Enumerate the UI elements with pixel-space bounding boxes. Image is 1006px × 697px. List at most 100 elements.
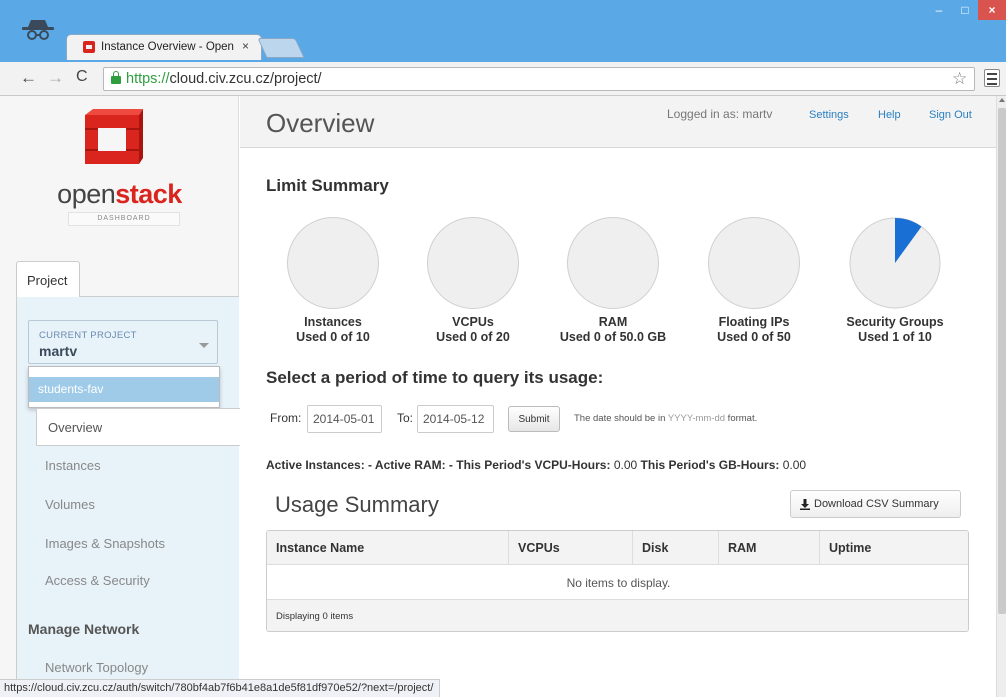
scroll-up-arrow-icon[interactable] — [999, 98, 1005, 102]
url-scheme: https:// — [126, 71, 170, 87]
limit-usage: Used 0 of 50 — [717, 330, 791, 344]
help-link[interactable]: Help — [878, 109, 901, 121]
column-header-uptime[interactable]: Uptime — [819, 531, 968, 565]
back-arrow-icon[interactable]: ← — [20, 68, 37, 88]
tab-close-icon[interactable]: × — [242, 39, 249, 53]
limit-summary-heading: Limit Summary — [266, 176, 389, 195]
url-text[interactable]: https://cloud.civ.zcu.cz/project/ — [126, 71, 322, 87]
bookmark-star-icon[interactable]: ☆ — [952, 69, 967, 89]
table-header: Instance Name VCPUs Disk RAM Uptime — [267, 531, 968, 565]
window-maximize-button[interactable]: □ — [952, 0, 978, 20]
reload-icon[interactable]: C — [76, 68, 88, 86]
download-csv-label: Download CSV Summary — [814, 498, 939, 510]
sidebar-item-access-security[interactable]: Access & Security — [45, 573, 150, 588]
column-header-ram[interactable]: RAM — [718, 531, 819, 565]
limit-name: Instances — [304, 315, 362, 329]
limit-usage: Used 0 of 20 — [436, 330, 510, 344]
column-header-vcpus[interactable]: VCPUs — [508, 531, 632, 565]
settings-link[interactable]: Settings — [809, 109, 849, 121]
from-date-input[interactable] — [307, 405, 382, 433]
gb-hours-value: 0.00 — [782, 458, 807, 472]
usage-summary-heading: Usage Summary — [275, 492, 439, 517]
status-bar-url: https://cloud.civ.zcu.cz/auth/switch/780… — [0, 679, 441, 697]
sidebar-item-network-topology[interactable]: Network Topology — [45, 660, 148, 675]
table-footer: Displaying 0 items — [267, 600, 968, 631]
column-header-disk[interactable]: Disk — [632, 531, 718, 565]
sidebar-item-images-snapshots[interactable]: Images & Snapshots — [45, 536, 165, 551]
column-header-instance-name[interactable]: Instance Name — [267, 531, 508, 565]
limit-label-floating-ips: Floating IPs Used 0 of 50 — [684, 315, 824, 345]
active-usage-summary: Active Instances: - Active RAM: - This P… — [266, 458, 806, 472]
address-bar[interactable]: https://cloud.civ.zcu.cz/project/ ☆ — [103, 67, 975, 91]
hint-format: YYYY-mm-dd — [667, 413, 726, 424]
page-header: Overview Logged in as: martv Settings He… — [240, 96, 996, 148]
download-icon — [800, 499, 810, 510]
sign-out-link[interactable]: Sign Out — [929, 109, 972, 121]
current-project-name: martv — [39, 343, 78, 359]
period-heading: Select a period of time to query its usa… — [266, 368, 604, 387]
page-scrollbar[interactable] — [996, 96, 1006, 697]
hint-prefix: The date should be in — [574, 413, 668, 424]
logged-in-user: Logged in as: martv — [667, 107, 773, 121]
sidebar-item-instances[interactable]: Instances — [45, 458, 101, 473]
lock-icon — [111, 71, 121, 84]
sidebar-tab-project[interactable]: Project — [16, 261, 80, 297]
page-viewport: openstack DASHBOARD Project CURRENT PROJ… — [0, 96, 1006, 697]
limit-label-vcpus: VCPUs Used 0 of 20 — [403, 315, 543, 345]
project-option-students-fav[interactable]: students-fav — [29, 377, 219, 402]
from-label: From: — [270, 411, 302, 425]
main-content: Overview Logged in as: martv Settings He… — [240, 96, 996, 697]
openstack-logo-text: openstack — [0, 179, 239, 210]
current-project-caption: CURRENT PROJECT — [39, 330, 137, 341]
window-close-button[interactable]: × — [978, 0, 1006, 20]
browser-menu-icon[interactable] — [984, 69, 1000, 87]
limit-usage: Used 0 of 50.0 GB — [559, 330, 667, 344]
limit-name: VCPUs — [452, 315, 494, 329]
active-summary-text: Active Instances: - Active RAM: - This P… — [266, 458, 611, 472]
limit-label-instances: Instances Used 0 of 10 — [263, 315, 403, 345]
browser-toolbar: ← → C https://cloud.civ.zcu.cz/project/ … — [0, 62, 1006, 96]
openstack-favicon-icon — [83, 41, 95, 53]
to-date-input[interactable] — [417, 405, 494, 433]
logo-text-plain: open — [57, 179, 116, 209]
limit-pie-ram — [567, 217, 659, 309]
limit-pie-instances — [287, 217, 379, 309]
project-dropdown: students-fav — [28, 366, 220, 408]
sidebar: openstack DASHBOARD Project CURRENT PROJ… — [0, 96, 246, 697]
usage-table: Instance Name VCPUs Disk RAM Uptime No i… — [266, 530, 969, 632]
sidebar-item-overview[interactable]: Overview — [36, 408, 246, 446]
forward-arrow-icon[interactable]: → — [47, 68, 64, 88]
limit-name: Floating IPs — [718, 315, 790, 329]
vcpu-hours-value: 0.00 — [613, 458, 638, 472]
tab-title: Instance Overview - Open — [101, 41, 234, 53]
table-empty-message: No items to display. — [267, 565, 968, 600]
browser-tab[interactable]: Instance Overview - Open × — [66, 34, 262, 60]
date-format-hint: The date should be in YYYY-mm-dd format. — [574, 413, 757, 424]
chevron-down-icon — [199, 343, 209, 348]
limit-label-security-groups: Security Groups Used 1 of 10 — [825, 315, 965, 345]
scroll-thumb[interactable] — [998, 108, 1006, 614]
url-host-path: cloud.civ.zcu.cz/project/ — [169, 71, 322, 87]
submit-button[interactable]: Submit — [508, 406, 560, 432]
openstack-logo-icon — [85, 109, 143, 164]
limit-label-ram: RAM Used 0 of 50.0 GB — [543, 315, 683, 345]
window-minimize-button[interactable]: – — [926, 0, 952, 20]
page-title: Overview — [266, 108, 375, 138]
limit-usage: Used 0 of 10 — [296, 330, 370, 344]
gb-hours-label: This Period's GB-Hours: — [640, 458, 780, 472]
limit-pie-security-groups — [849, 217, 941, 309]
hint-suffix: format. — [725, 413, 758, 424]
limit-name: RAM — [598, 315, 628, 329]
limit-pie-vcpus — [427, 217, 519, 309]
sidebar-item-volumes[interactable]: Volumes — [45, 497, 95, 512]
incognito-icon — [22, 20, 54, 40]
limit-name: Security Groups — [846, 315, 944, 329]
logo-text-accent: stack — [115, 179, 182, 209]
logo-subtitle: DASHBOARD — [68, 212, 180, 226]
limit-usage: Used 1 of 10 — [858, 330, 932, 344]
sidebar-section-manage-network: Manage Network — [28, 621, 140, 637]
new-tab-button[interactable] — [257, 38, 305, 58]
download-csv-button[interactable]: Download CSV Summary — [790, 490, 961, 518]
current-project-selector[interactable]: CURRENT PROJECT martv — [28, 320, 218, 364]
limit-pie-floating-ips — [708, 217, 800, 309]
